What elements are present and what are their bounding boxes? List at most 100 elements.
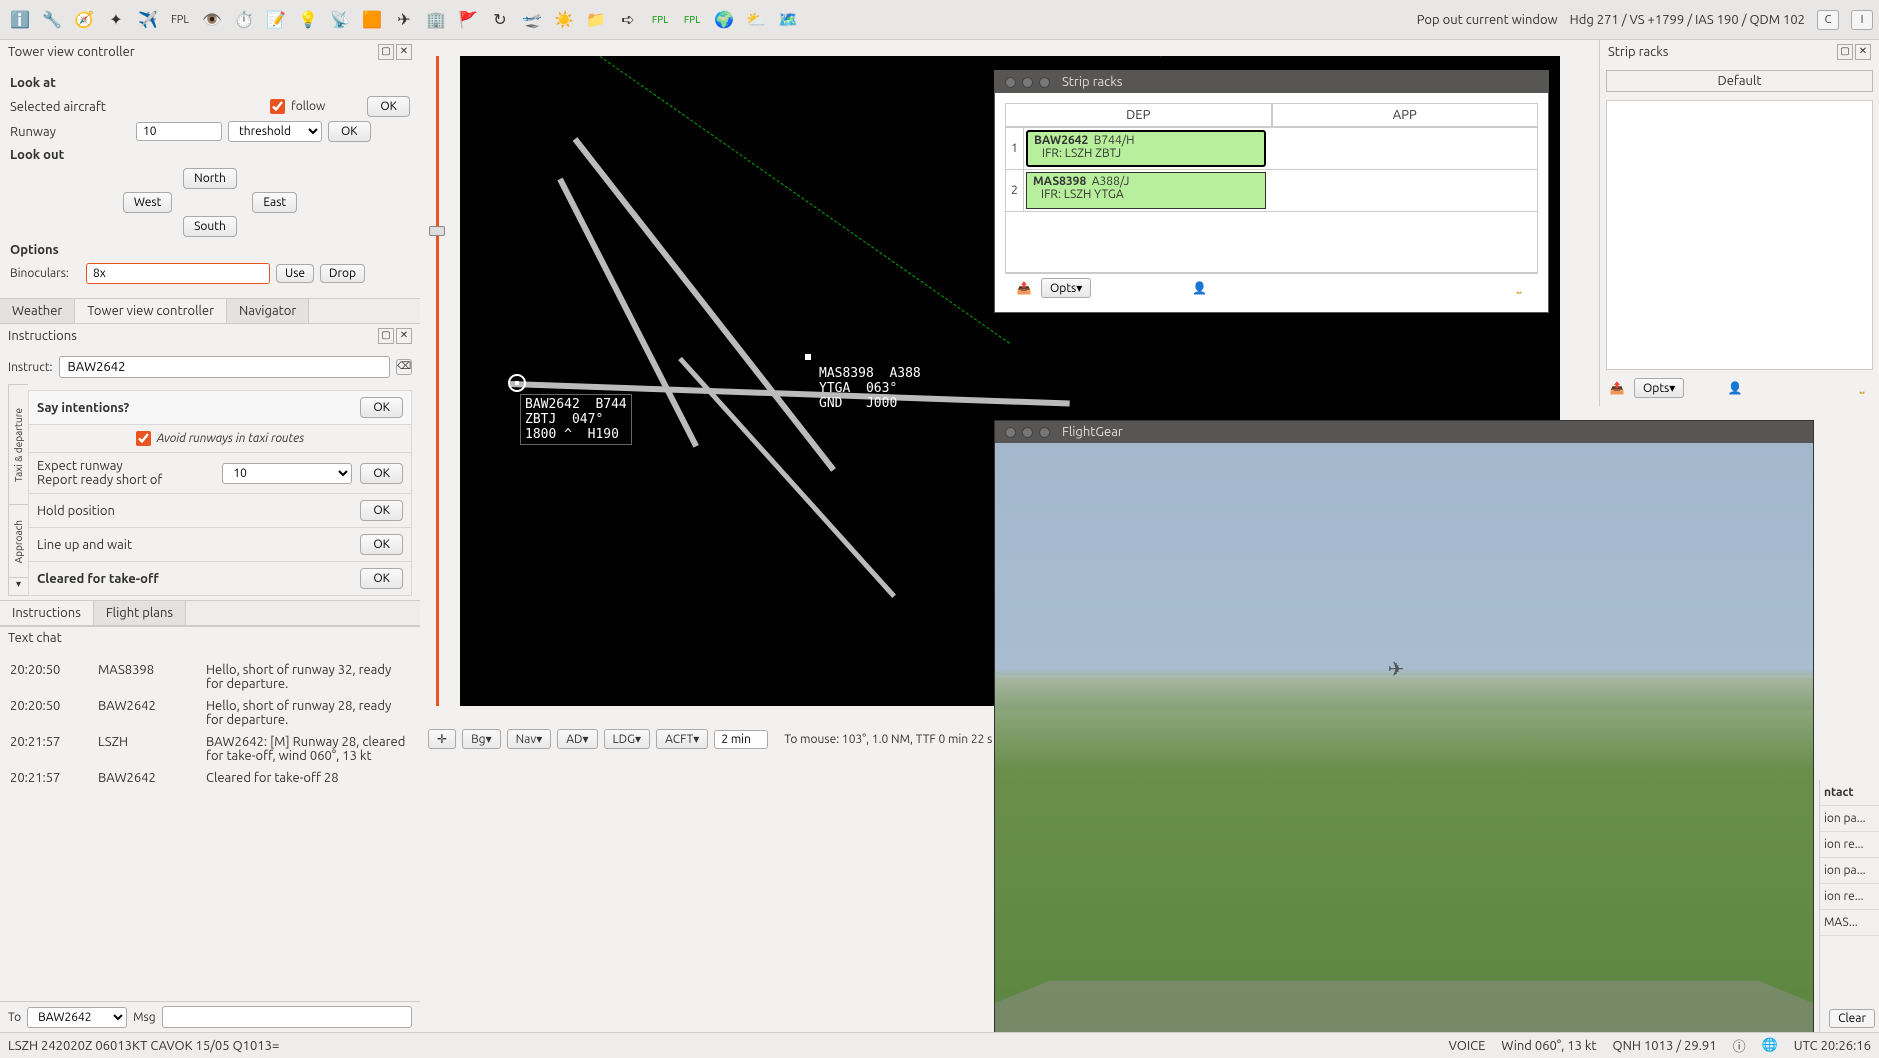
line-up-ok-button[interactable]: OK (360, 534, 403, 555)
expect-runway-ok-button[interactable]: OK (360, 463, 403, 484)
aircraft2-icon[interactable]: 🛫 (518, 6, 546, 34)
clear-instruct-icon[interactable]: ⌫ (396, 359, 412, 375)
star-icon[interactable]: ✦ (102, 6, 130, 34)
aircraft-label-baw2642[interactable]: BAW2642 B744 ZBTJ 047° 1800 ^ H190 (520, 394, 632, 445)
ldg-button[interactable]: LDG▾ (604, 729, 651, 749)
right-strip-close-icon[interactable]: ✕ (1855, 44, 1871, 60)
tab-instructions[interactable]: Instructions (0, 601, 94, 625)
say-intentions-ok-button[interactable]: OK (360, 397, 403, 418)
note-icon[interactable]: 📝 (262, 6, 290, 34)
instructions-popout-icon[interactable]: ▢ (378, 328, 394, 344)
strip-racks-title-bar[interactable]: Strip racks (995, 71, 1548, 93)
status-globe-icon[interactable]: 🌐 (1762, 1038, 1778, 1053)
tab-flight-plans[interactable]: Flight plans (94, 601, 186, 625)
i-button[interactable]: I (1851, 10, 1873, 30)
plane-icon[interactable]: ✈️ (134, 6, 162, 34)
right-strip-area[interactable] (1606, 100, 1873, 370)
weather-icon[interactable]: ⛅ (742, 6, 770, 34)
side-tab-approach[interactable]: Approach (8, 505, 28, 578)
compass-icon[interactable]: 🧭 (70, 6, 98, 34)
time-input[interactable] (714, 730, 768, 749)
right-strip-opts-button[interactable]: Opts▾ (1634, 378, 1684, 398)
tab-tower-view[interactable]: Tower view controller (75, 299, 227, 323)
aircraft-label-mas8398[interactable]: MAS8398 A388 YTGA 063° GND J000 (815, 364, 925, 413)
jet-icon[interactable]: ✈︎ (390, 6, 418, 34)
msg-input[interactable] (162, 1006, 412, 1028)
acft-button[interactable]: ACFT▾ (656, 729, 708, 749)
flight-strip[interactable]: MAS8398 A388/J IFR: LSZH YTGA (1026, 172, 1266, 209)
fg-close-icon[interactable] (1005, 427, 1016, 438)
follow-checkbox[interactable] (270, 99, 285, 114)
window-max-icon[interactable] (1039, 77, 1050, 88)
flight-strip[interactable]: BAW2642 B744/H IFR: LSZH ZBTJ (1026, 130, 1266, 167)
cleared-takeoff-ok-button[interactable]: OK (360, 568, 403, 589)
arrow-icon[interactable]: ➪ (614, 6, 642, 34)
right-strip-popout-icon[interactable]: ▢ (1837, 44, 1853, 60)
strip-delete-icon[interactable]: 📤 (1013, 279, 1035, 297)
avoid-runways-checkbox[interactable] (136, 431, 151, 446)
north-button[interactable]: North (183, 168, 237, 189)
info-icon[interactable]: ℹ️ (6, 6, 34, 34)
side-tab-taxi-departure[interactable]: Taxi & departure (8, 384, 28, 505)
popout-link[interactable]: Pop out current window (1417, 13, 1558, 27)
zoom-slider[interactable] (426, 56, 448, 706)
clear-button[interactable]: Clear (1829, 1009, 1875, 1028)
runway-ok-button[interactable]: OK (328, 121, 371, 142)
globe-icon[interactable]: 🌍 (710, 6, 738, 34)
instructions-close-icon[interactable]: ✕ (396, 328, 412, 344)
map-icon[interactable]: 🗺️ (774, 6, 802, 34)
to-select[interactable]: BAW2642 (27, 1007, 127, 1028)
window-min-icon[interactable] (1022, 77, 1033, 88)
bg-button[interactable]: Bg▾ (462, 729, 501, 749)
aircraft-marker-2[interactable] (805, 354, 811, 360)
instruct-input[interactable] (59, 356, 390, 378)
default-rack-label[interactable]: Default (1606, 70, 1873, 92)
ad-button[interactable]: AD▾ (557, 729, 597, 749)
stopwatch-icon[interactable]: ⏱️ (230, 6, 258, 34)
binoculars-input[interactable] (86, 263, 270, 284)
fpl-out-icon[interactable]: FPL (678, 6, 706, 34)
south-button[interactable]: South (183, 216, 237, 237)
strip-bay-icon[interactable]: ⎵ (1508, 279, 1530, 297)
flag-icon[interactable]: 🚩 (454, 6, 482, 34)
window-close-icon[interactable] (1005, 77, 1016, 88)
expect-runway-select[interactable]: 10 (222, 463, 352, 484)
status-info-icon[interactable]: ⓘ (1733, 1036, 1746, 1055)
selected-aircraft-ok-button[interactable]: OK (367, 96, 410, 117)
flightgear-view[interactable]: ✈︎ (995, 443, 1813, 1037)
east-button[interactable]: East (252, 192, 297, 213)
fpl-in-icon[interactable]: FPL (646, 6, 674, 34)
fpl-icon[interactable]: FPL (166, 6, 194, 34)
antenna-icon[interactable]: 📡 (326, 6, 354, 34)
nav-button[interactable]: Nav▾ (507, 729, 552, 749)
popout-icon[interactable]: ▢ (378, 44, 394, 60)
hold-position-ok-button[interactable]: OK (360, 500, 403, 521)
fg-min-icon[interactable] (1022, 427, 1033, 438)
sun-icon[interactable]: ☀️ (550, 6, 578, 34)
fg-max-icon[interactable] (1039, 427, 1050, 438)
wrench-icon[interactable]: 🔧 (38, 6, 66, 34)
right-strip-delete-icon[interactable]: 📤 (1606, 379, 1628, 397)
right-strip-bay-icon[interactable]: ⎵ (1851, 379, 1873, 397)
aircraft-marker[interactable] (508, 374, 526, 392)
side-tab-more-icon[interactable]: ▾ (8, 578, 28, 596)
drop-button[interactable]: Drop (320, 264, 365, 283)
tab-navigator[interactable]: Navigator (227, 299, 309, 323)
right-strip-person-icon[interactable]: 👤 (1724, 379, 1746, 397)
folder-icon[interactable]: 📁 (582, 6, 610, 34)
chat-body[interactable]: 20:20:50MAS8398Hello, short of runway 32… (0, 649, 420, 1001)
west-button[interactable]: West (123, 192, 172, 213)
c-button[interactable]: C (1817, 10, 1839, 30)
threshold-select[interactable]: threshold (228, 121, 322, 142)
crosshair-icon[interactable]: ✛ (428, 729, 456, 749)
reload-icon[interactable]: ↻ (486, 6, 514, 34)
tab-weather[interactable]: Weather (0, 299, 75, 323)
strip-person-icon[interactable]: 👤 (1189, 279, 1211, 297)
radar-icon[interactable]: 🟧 (358, 6, 386, 34)
eye-icon[interactable]: 👁️ (198, 6, 226, 34)
close-icon[interactable]: ✕ (396, 44, 412, 60)
bulb-icon[interactable]: 💡 (294, 6, 322, 34)
use-button[interactable]: Use (276, 264, 314, 283)
runway-input[interactable] (136, 122, 222, 141)
flightgear-title-bar[interactable]: FlightGear (995, 421, 1813, 443)
